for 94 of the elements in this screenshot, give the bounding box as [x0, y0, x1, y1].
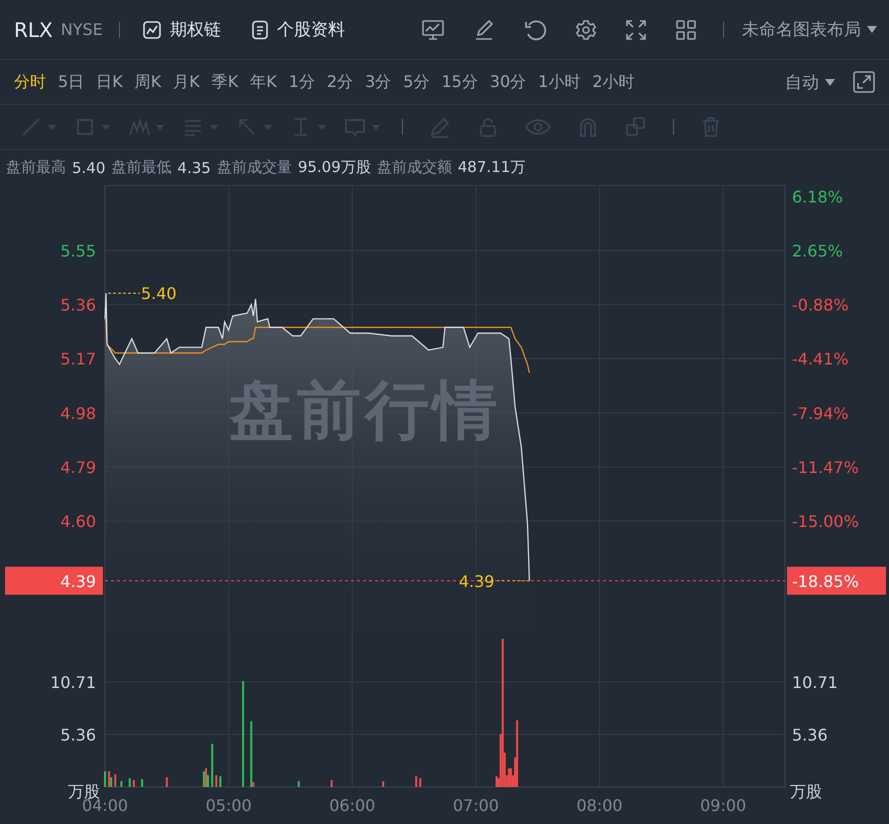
grid-layout-icon[interactable] — [675, 18, 697, 40]
leader-line — [496, 580, 530, 582]
undo-icon[interactable] — [523, 18, 547, 40]
volume-bar — [211, 744, 214, 787]
caret-icon — [102, 124, 110, 130]
period-tab[interactable]: 5分 — [397, 68, 436, 96]
volume-bar — [166, 777, 168, 787]
volume-axis-label: 5.36 — [792, 725, 828, 744]
document-icon — [250, 20, 269, 40]
caret-icon — [318, 124, 326, 130]
volume-bar — [382, 781, 384, 787]
header-link[interactable]: 个股资料 — [244, 14, 351, 45]
stat-value: 5.40 — [72, 158, 106, 176]
stat-label: 盘前成交量 — [216, 158, 292, 177]
volume-axis-label: 10.71 — [792, 672, 838, 692]
period-tab[interactable]: 周K — [128, 68, 168, 96]
line-tool-icon — [20, 116, 42, 138]
rectangle-tool-icon — [74, 116, 96, 138]
percent-axis-label: -0.88% — [792, 296, 849, 315]
exchange-label: NYSE — [60, 20, 103, 39]
price-axis-label: 4.60 — [60, 512, 96, 531]
period-tab[interactable]: 1分 — [282, 68, 321, 96]
period-tab[interactable]: 2小时 — [586, 68, 641, 96]
volume-bar — [215, 775, 218, 787]
stat-label: 盘前成交额 — [376, 158, 452, 177]
period-tab[interactable]: 分时 — [8, 68, 52, 96]
period-tab[interactable]: 日K — [90, 68, 129, 96]
period-tab[interactable]: 30分 — [484, 68, 532, 96]
period-tab[interactable]: 15分 — [435, 68, 484, 96]
percent-axis-label: -11.47% — [792, 458, 859, 477]
period-tab[interactable]: 1小时 — [532, 68, 586, 96]
period-tab[interactable]: 年K — [244, 68, 283, 96]
volume-bar — [120, 781, 122, 787]
time-axis-label: 08:00 — [576, 796, 623, 815]
price-axis-label: 5.55 — [60, 241, 96, 260]
percent-axis-label: 2.65% — [792, 241, 843, 260]
time-axis-label: 06:00 — [329, 796, 376, 815]
caret-icon — [372, 124, 380, 130]
monitor-chart-icon[interactable] — [421, 18, 445, 40]
volume-bar — [419, 778, 422, 787]
wave-tool-icon — [128, 116, 150, 138]
time-axis-label: 09:00 — [700, 796, 746, 815]
note-tool-icon — [344, 116, 366, 138]
volume-bar — [219, 776, 222, 787]
period-tab[interactable]: 5日 — [52, 68, 90, 96]
percent-axis-label: 6.18% — [792, 187, 843, 206]
percent-axis-label: -15.00% — [792, 512, 859, 531]
period-tab[interactable]: 月K — [167, 68, 206, 96]
scale-dropdown[interactable]: 自动 — [783, 66, 837, 98]
volume-axis-label: 10.71 — [50, 672, 96, 692]
time-axis-label: 07:00 — [452, 796, 499, 815]
price-axis-label: 5.36 — [60, 296, 96, 315]
percent-axis-label: -4.41% — [792, 350, 849, 369]
last-price-label: 4.39 — [458, 572, 494, 591]
price-axis-label: 5.17 — [60, 350, 96, 369]
caret-icon — [210, 124, 218, 130]
leader-line — [108, 292, 140, 294]
volume-bar — [114, 774, 116, 787]
price-axis-label: 4.98 — [60, 404, 96, 423]
caret-icon — [48, 124, 56, 130]
volume-bar — [141, 779, 144, 787]
expand-icon[interactable] — [853, 71, 875, 93]
change-tag: -18.85% — [787, 566, 886, 595]
percent-axis-label: -7.94% — [792, 404, 849, 423]
caret-icon — [156, 124, 164, 130]
period-tab[interactable]: 3分 — [359, 68, 398, 96]
layout-dropdown[interactable]: 未命名图表布局 — [740, 14, 879, 45]
edit-icon[interactable] — [473, 18, 495, 40]
header-link[interactable]: 期权链 — [136, 14, 227, 45]
stat-value: 487.11万 — [458, 158, 526, 177]
price-axis-label: 4.79 — [60, 458, 96, 477]
period-tab[interactable]: 2分 — [320, 68, 360, 96]
volume-bar — [415, 776, 418, 787]
stat-label: 盘前最高 — [6, 158, 66, 177]
period-tab[interactable]: 季K — [206, 68, 244, 96]
high-price-label: 5.40 — [141, 284, 177, 304]
volume-bar — [330, 780, 333, 787]
volume-axis-label: 5.36 — [60, 725, 96, 744]
stat-label: 盘前最低 — [111, 158, 172, 177]
last-price-tag: 4.39 — [5, 566, 103, 595]
stock-symbol: RLX — [14, 18, 53, 42]
stat-value: 95.09万股 — [298, 158, 371, 177]
volume-bar — [132, 780, 135, 787]
fullscreen-icon[interactable] — [625, 18, 647, 40]
stat-value: 4.35 — [177, 158, 211, 176]
volume-bar — [128, 778, 131, 787]
volume-unit-label: 万股 — [790, 782, 822, 801]
chart-icon — [142, 20, 162, 40]
settings-icon[interactable] — [575, 18, 597, 40]
volume-bar — [298, 781, 300, 787]
caret-icon — [867, 26, 877, 33]
caret-icon — [825, 78, 835, 86]
caret-icon — [264, 124, 272, 130]
time-axis-label: 05:00 — [206, 796, 252, 815]
